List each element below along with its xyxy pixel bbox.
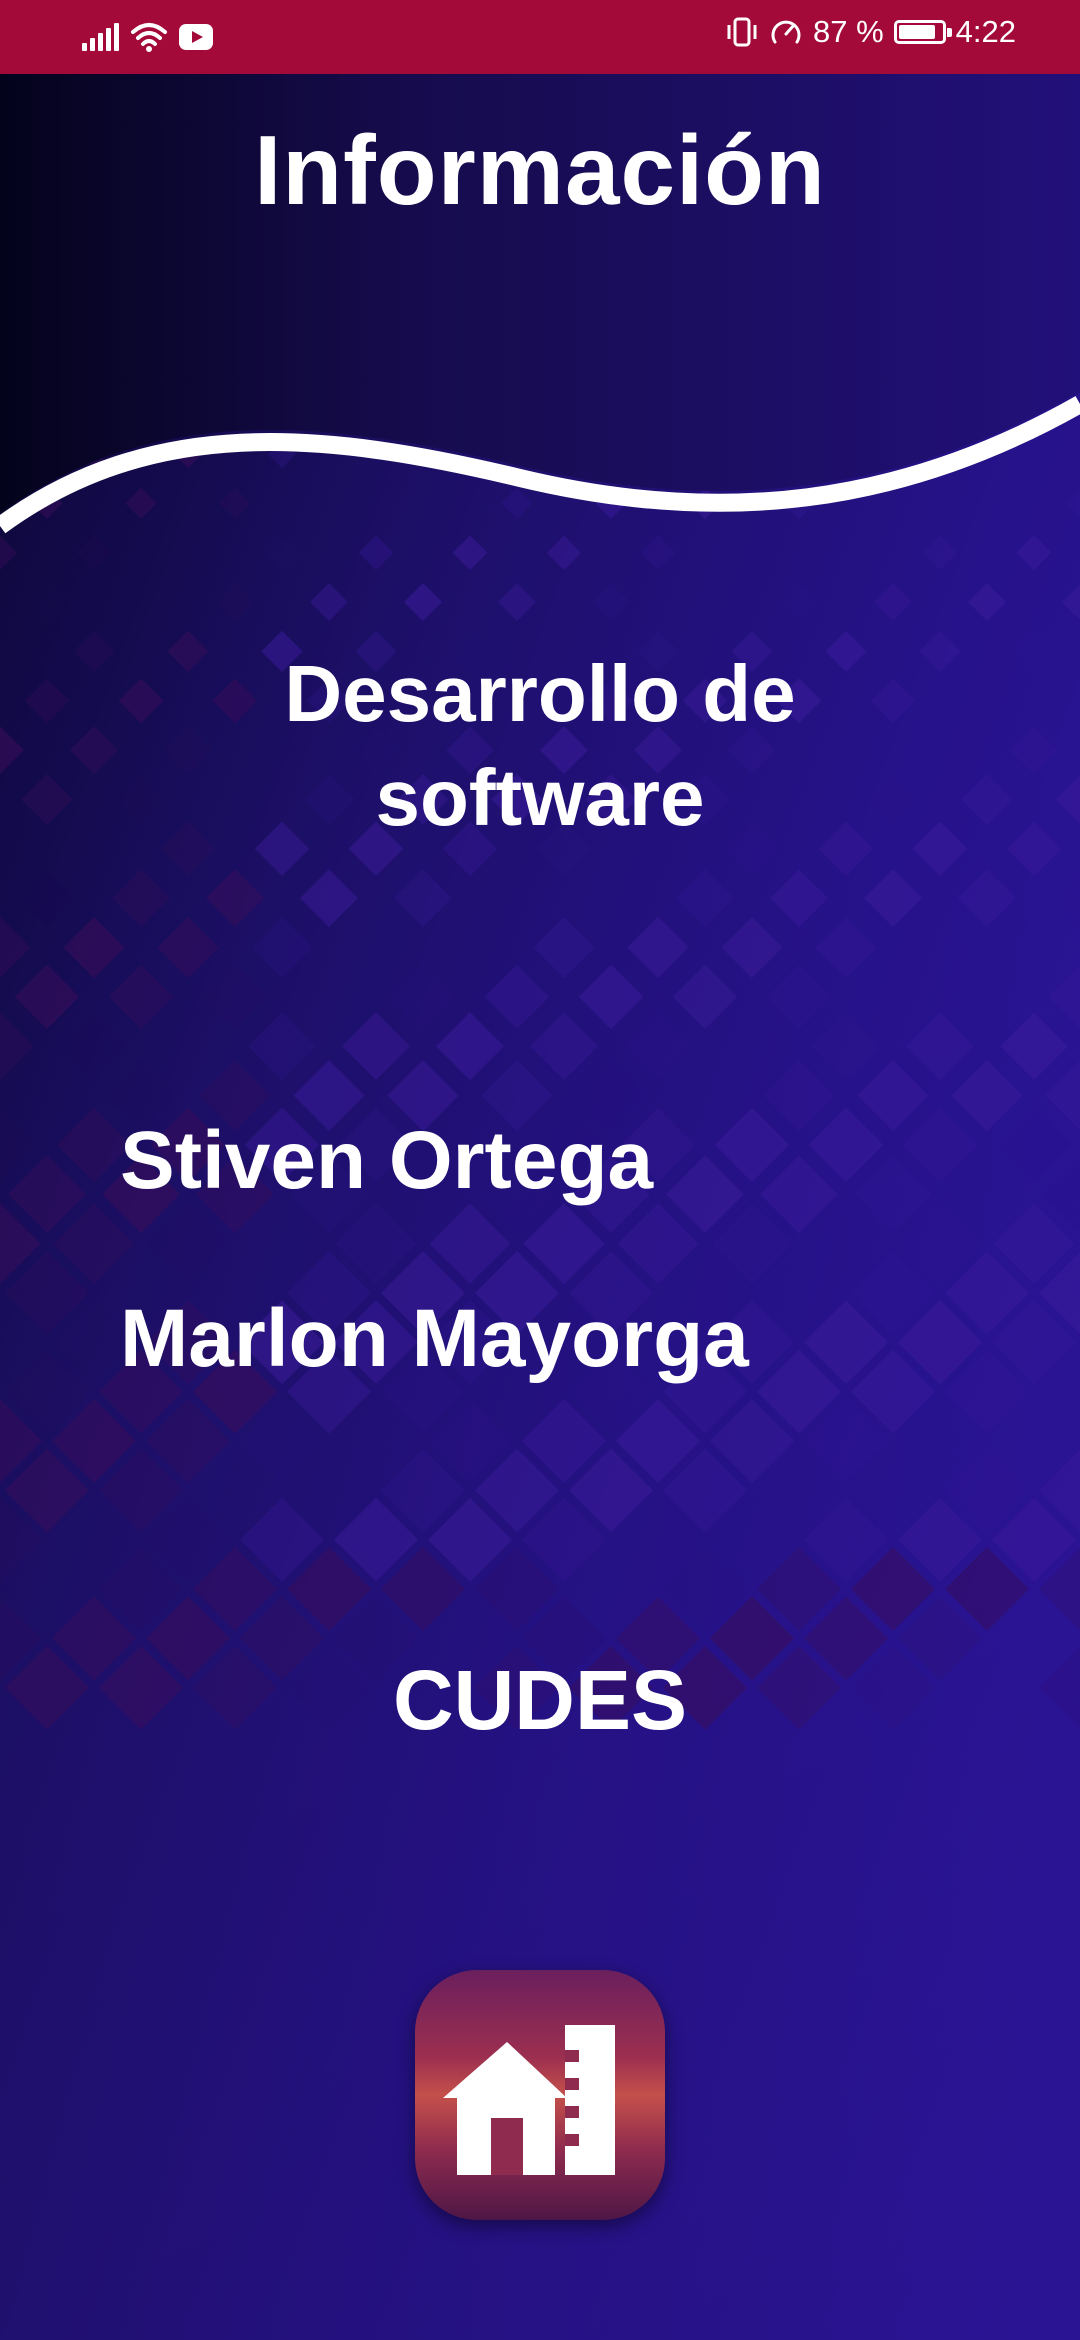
diamond-shape bbox=[439, 917, 500, 978]
status-bar: 87 % 4:22 bbox=[0, 0, 1080, 74]
diamond-shape bbox=[14, 964, 80, 1030]
diamond-shape bbox=[666, 1155, 744, 1234]
diamond-shape bbox=[958, 869, 1016, 928]
diamond-shape bbox=[760, 1155, 838, 1234]
diamond-shape bbox=[394, 869, 452, 928]
diamond-shape bbox=[342, 1012, 410, 1081]
diamond-shape bbox=[530, 1012, 598, 1081]
battery-icon bbox=[893, 20, 952, 44]
diamond-shape bbox=[1013, 630, 1055, 673]
diamond-shape bbox=[533, 916, 595, 979]
diamond-shape bbox=[436, 1012, 504, 1081]
diamond-shape bbox=[902, 1107, 978, 1183]
diamond-shape bbox=[484, 964, 550, 1030]
app-logo bbox=[415, 1970, 665, 2220]
program-subtitle: Desarrollo de software bbox=[180, 642, 900, 850]
diamond-shape bbox=[770, 869, 828, 928]
diamond-shape bbox=[248, 1012, 316, 1081]
diamond-shape bbox=[21, 773, 73, 826]
diamond-shape bbox=[997, 1108, 1071, 1182]
diamond-shape bbox=[0, 916, 31, 979]
diamond-shape bbox=[578, 964, 644, 1030]
house-building-icon bbox=[443, 2025, 615, 2175]
diamond-shape bbox=[118, 678, 164, 724]
developer-name-2: Marlon Mayorga bbox=[120, 1293, 749, 1384]
diamond-shape bbox=[857, 1059, 929, 1132]
diamond-shape bbox=[157, 916, 219, 979]
diamond-shape bbox=[906, 1012, 974, 1081]
diamond-shape bbox=[60, 1012, 128, 1080]
diamond-shape bbox=[672, 964, 738, 1030]
diamond-shape bbox=[812, 1012, 880, 1081]
diamond-shape bbox=[919, 630, 961, 673]
diamond-shape bbox=[721, 916, 783, 979]
diamond-shape bbox=[854, 1155, 932, 1234]
developer-name-1: Stiven Ortega bbox=[120, 1115, 654, 1206]
diamond-shape bbox=[1048, 965, 1080, 1029]
clock: 4:22 bbox=[955, 14, 1016, 49]
diamond-shape bbox=[815, 916, 877, 979]
diamond-shape bbox=[676, 869, 734, 928]
diamond-shape bbox=[0, 1012, 34, 1081]
diamond-shape bbox=[1010, 726, 1058, 775]
diamond-shape bbox=[108, 964, 174, 1030]
subtitle-line-1: Desarrollo de bbox=[284, 649, 796, 738]
diamond-shape bbox=[763, 1059, 835, 1132]
diamond-shape bbox=[964, 678, 1010, 724]
diamond-shape bbox=[0, 726, 24, 775]
status-right-icons: 87 % 4:22 bbox=[725, 14, 1016, 50]
status-left-icons bbox=[82, 22, 213, 52]
diamond-shape bbox=[18, 869, 76, 927]
subtitle-line-2: software bbox=[375, 753, 705, 842]
diamond-shape bbox=[624, 1012, 692, 1081]
diamond-shape bbox=[390, 964, 456, 1030]
signal-icon bbox=[82, 23, 119, 51]
diamond-shape bbox=[864, 869, 922, 928]
diamond-shape bbox=[112, 869, 170, 928]
vibrate-icon bbox=[727, 17, 757, 47]
diamond-shape bbox=[1055, 774, 1080, 825]
diamond-shape bbox=[73, 630, 115, 673]
background: Información Desarrollo de software Stive… bbox=[0, 74, 1080, 2340]
diamond-shape bbox=[63, 916, 125, 979]
wifi-icon bbox=[131, 23, 167, 52]
diamond-shape bbox=[808, 1107, 884, 1183]
diamond-shape bbox=[1000, 1012, 1068, 1081]
diamond-shape bbox=[912, 821, 968, 877]
diamond-shape bbox=[951, 1059, 1023, 1132]
diamond-shape bbox=[627, 916, 689, 979]
diamond-shape bbox=[70, 726, 118, 775]
diamond-shape bbox=[714, 1107, 790, 1183]
data-saver-icon bbox=[771, 20, 801, 44]
page-title: Información bbox=[254, 115, 826, 225]
diamond-shape bbox=[300, 869, 358, 928]
organization-name: CUDES bbox=[392, 1653, 688, 1747]
diamond-shape bbox=[251, 916, 313, 979]
diamond-shape bbox=[961, 773, 1013, 826]
diamond-shape bbox=[1045, 1060, 1080, 1131]
diamond-shape bbox=[1052, 870, 1080, 927]
diamond-shape bbox=[955, 965, 1019, 1029]
diamond-shape bbox=[1006, 821, 1062, 877]
diamond-shape bbox=[202, 964, 268, 1030]
diamond-shape bbox=[115, 773, 167, 826]
diamond-shape bbox=[206, 869, 264, 928]
youtube-icon bbox=[179, 24, 213, 50]
battery-percent: 87 % bbox=[812, 14, 884, 49]
diamond-shape bbox=[766, 964, 832, 1030]
battery-fill bbox=[898, 25, 936, 39]
diamond-shape bbox=[8, 1155, 86, 1234]
diamond-shape bbox=[24, 678, 70, 724]
